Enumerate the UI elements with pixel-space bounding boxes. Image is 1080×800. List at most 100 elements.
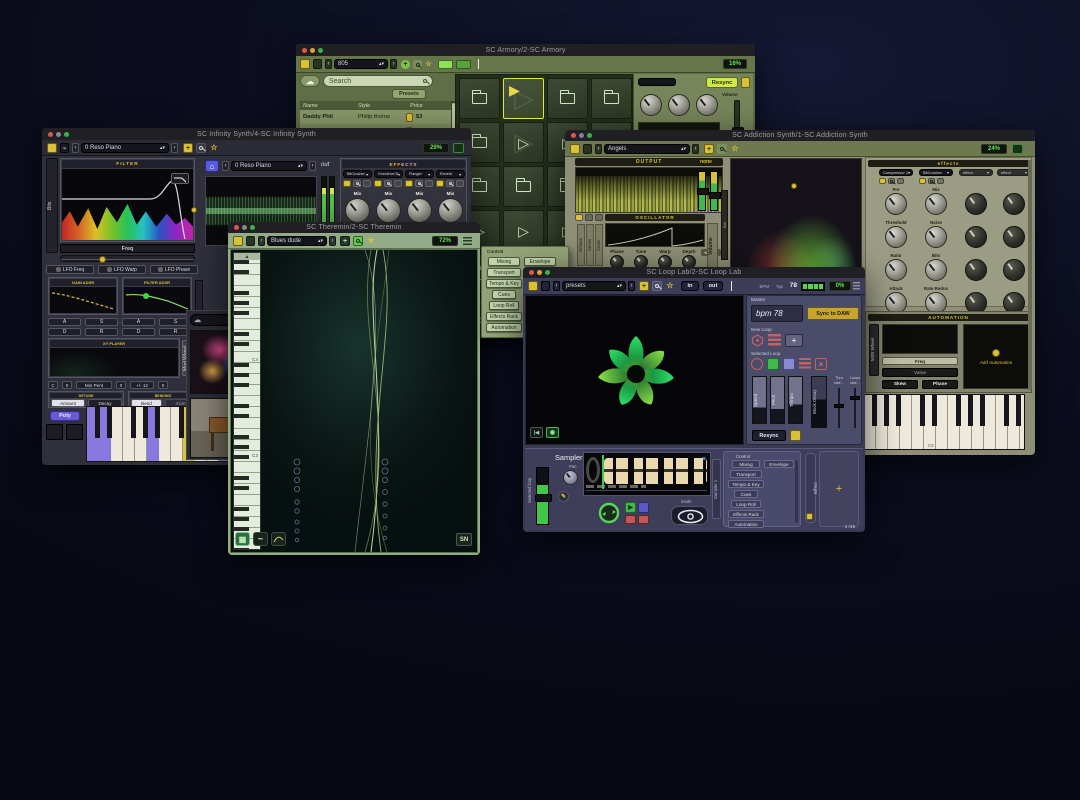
mix-knob[interactable] — [925, 193, 947, 215]
ratio-knob[interactable] — [885, 259, 907, 281]
search-icon[interactable] — [353, 236, 363, 246]
fx3-knob-1[interactable] — [965, 193, 987, 215]
close-button[interactable] — [302, 48, 307, 53]
gain-s-button[interactable]: S — [85, 318, 118, 326]
osc-tab-3[interactable] — [595, 214, 603, 221]
zoom-button[interactable] — [587, 133, 592, 138]
lfo-phase-button[interactable]: LFO Phase — [150, 265, 198, 274]
mix-knob-4[interactable] — [438, 198, 463, 223]
close-button[interactable] — [571, 133, 576, 138]
scrollbar[interactable] — [1028, 160, 1032, 390]
sample-waveform[interactable]: × — [583, 452, 711, 496]
rec-button[interactable] — [625, 515, 636, 524]
armory-knob-2[interactable] — [668, 94, 690, 116]
pad-sample[interactable]: ▷ — [503, 210, 544, 251]
loop-green-button[interactable] — [767, 358, 779, 370]
add-preset-icon[interactable]: + — [183, 143, 193, 153]
preset-selector[interactable]: 0 Reso Piano▴▾ — [81, 143, 169, 153]
cut-button[interactable] — [638, 515, 649, 524]
add-preset-icon[interactable]: + — [340, 236, 350, 246]
octave-tab[interactable]: Octave — [577, 224, 585, 266]
fx4-knob-2[interactable] — [1003, 226, 1025, 248]
adsr-slider[interactable] — [195, 280, 203, 312]
scroll-up-icon[interactable]: ▲ — [234, 253, 260, 260]
filter-a-button[interactable]: A — [122, 318, 155, 326]
chain-next-button[interactable]: › — [309, 161, 316, 171]
power-icon[interactable] — [300, 59, 310, 69]
effect-slot[interactable]: Flanger▾ — [405, 170, 434, 178]
preset-selector[interactable]: Blues dude▴▾ — [267, 236, 327, 246]
search-icon[interactable] — [415, 180, 423, 187]
grid-mode-button[interactable]: ▦ — [235, 532, 250, 546]
stack-icon[interactable] — [768, 334, 781, 347]
search-icon[interactable] — [446, 180, 454, 187]
pitch-keyboard[interactable]: ▲ C4 C3 — [233, 252, 261, 550]
effect-slot[interactable]: BitCrusher▾ — [919, 169, 953, 176]
block-decay-slider[interactable]: Block Decay — [811, 376, 827, 428]
bits-knob[interactable] — [925, 259, 947, 281]
mod-pad-1[interactable] — [46, 424, 63, 440]
grid-icon[interactable] — [363, 180, 371, 187]
effect-slot[interactable]: Reverb▾ — [436, 170, 465, 178]
chain-preset-selector[interactable]: 0 Reso Piano▴▾ — [231, 161, 307, 171]
pad-folder[interactable] — [591, 78, 632, 119]
effect-slot[interactable]: effect▾ — [997, 169, 1031, 176]
menu-item-envelope[interactable]: Envelope — [764, 460, 794, 468]
folder-icon[interactable] — [436, 180, 444, 187]
menu-item-effects-rack[interactable]: Effects Rack — [486, 312, 522, 321]
toggle-a[interactable] — [438, 60, 453, 69]
mix-knob-3[interactable] — [407, 198, 432, 223]
edit-pencil-icon[interactable]: ✎ — [558, 491, 569, 502]
value-field[interactable]: Value — [882, 368, 958, 377]
zoom-button[interactable] — [318, 48, 323, 53]
gain-r-button[interactable]: R — [85, 328, 118, 336]
pan-knob[interactable] — [563, 470, 578, 485]
black-keys[interactable] — [234, 253, 249, 549]
effect-slot[interactable]: BitCrusher▾ — [343, 170, 372, 178]
loop-toggle-icon[interactable] — [597, 500, 621, 526]
mix-knob-1[interactable] — [345, 198, 370, 223]
grid-icon[interactable] — [456, 180, 464, 187]
zoom-button[interactable] — [64, 132, 69, 137]
zoom-button[interactable] — [250, 225, 255, 230]
selected-loop-fader[interactable] — [536, 467, 549, 525]
stop-button[interactable] — [638, 502, 649, 513]
gain-d-button[interactable]: D — [48, 328, 81, 336]
close-button[interactable] — [529, 270, 534, 275]
monitor-icon[interactable] — [1012, 144, 1023, 154]
search-icon[interactable] — [384, 180, 392, 187]
loop-purple-button[interactable] — [783, 358, 795, 370]
folder-icon[interactable] — [374, 180, 382, 187]
search-input[interactable]: Search — [323, 75, 433, 87]
midi-wheel-tab[interactable]: MIDI Wheel — [869, 324, 879, 376]
fx4-knob-1[interactable] — [1003, 193, 1025, 215]
loops-rate-slider[interactable] — [854, 388, 856, 428]
thru-rate-slider[interactable] — [838, 388, 840, 428]
preset-selector[interactable]: presets▴▾ — [562, 281, 626, 291]
pad-folder[interactable] — [459, 78, 500, 119]
cutoff-dot-icon[interactable] — [191, 207, 197, 213]
theremin-strings[interactable] — [259, 250, 478, 552]
effect-tab[interactable]: Effect — [805, 453, 816, 523]
mode-eye-button[interactable] — [671, 506, 708, 525]
zoom-button[interactable] — [545, 270, 550, 275]
power-icon[interactable] — [47, 143, 57, 153]
next-preset-button[interactable]: › — [171, 143, 178, 153]
fx3-knob-2[interactable] — [965, 226, 987, 248]
semis-tab[interactable]: Semis — [586, 224, 594, 266]
presets-button[interactable]: Presets — [392, 89, 426, 99]
prev-preset-button[interactable]: ‹ — [325, 59, 332, 69]
threshold-knob[interactable] — [885, 226, 907, 248]
phase-button[interactable]: Phase — [922, 380, 958, 389]
osc-tab-1[interactable] — [575, 214, 583, 221]
add-loop-button[interactable]: + — [785, 334, 803, 347]
grid-icon[interactable] — [853, 282, 860, 290]
pad-folder[interactable] — [503, 166, 544, 207]
prev-preset-button[interactable]: ‹ — [595, 144, 602, 154]
sync-lock-icon[interactable] — [790, 430, 801, 441]
pad-sample[interactable]: ▷ — [503, 122, 544, 163]
menu-item-cues[interactable]: Cues — [492, 290, 516, 299]
skew-button[interactable]: Skew — [882, 380, 918, 389]
close-icon[interactable]: × — [700, 455, 708, 463]
add-automation-box[interactable]: Add Automation — [963, 324, 1029, 389]
